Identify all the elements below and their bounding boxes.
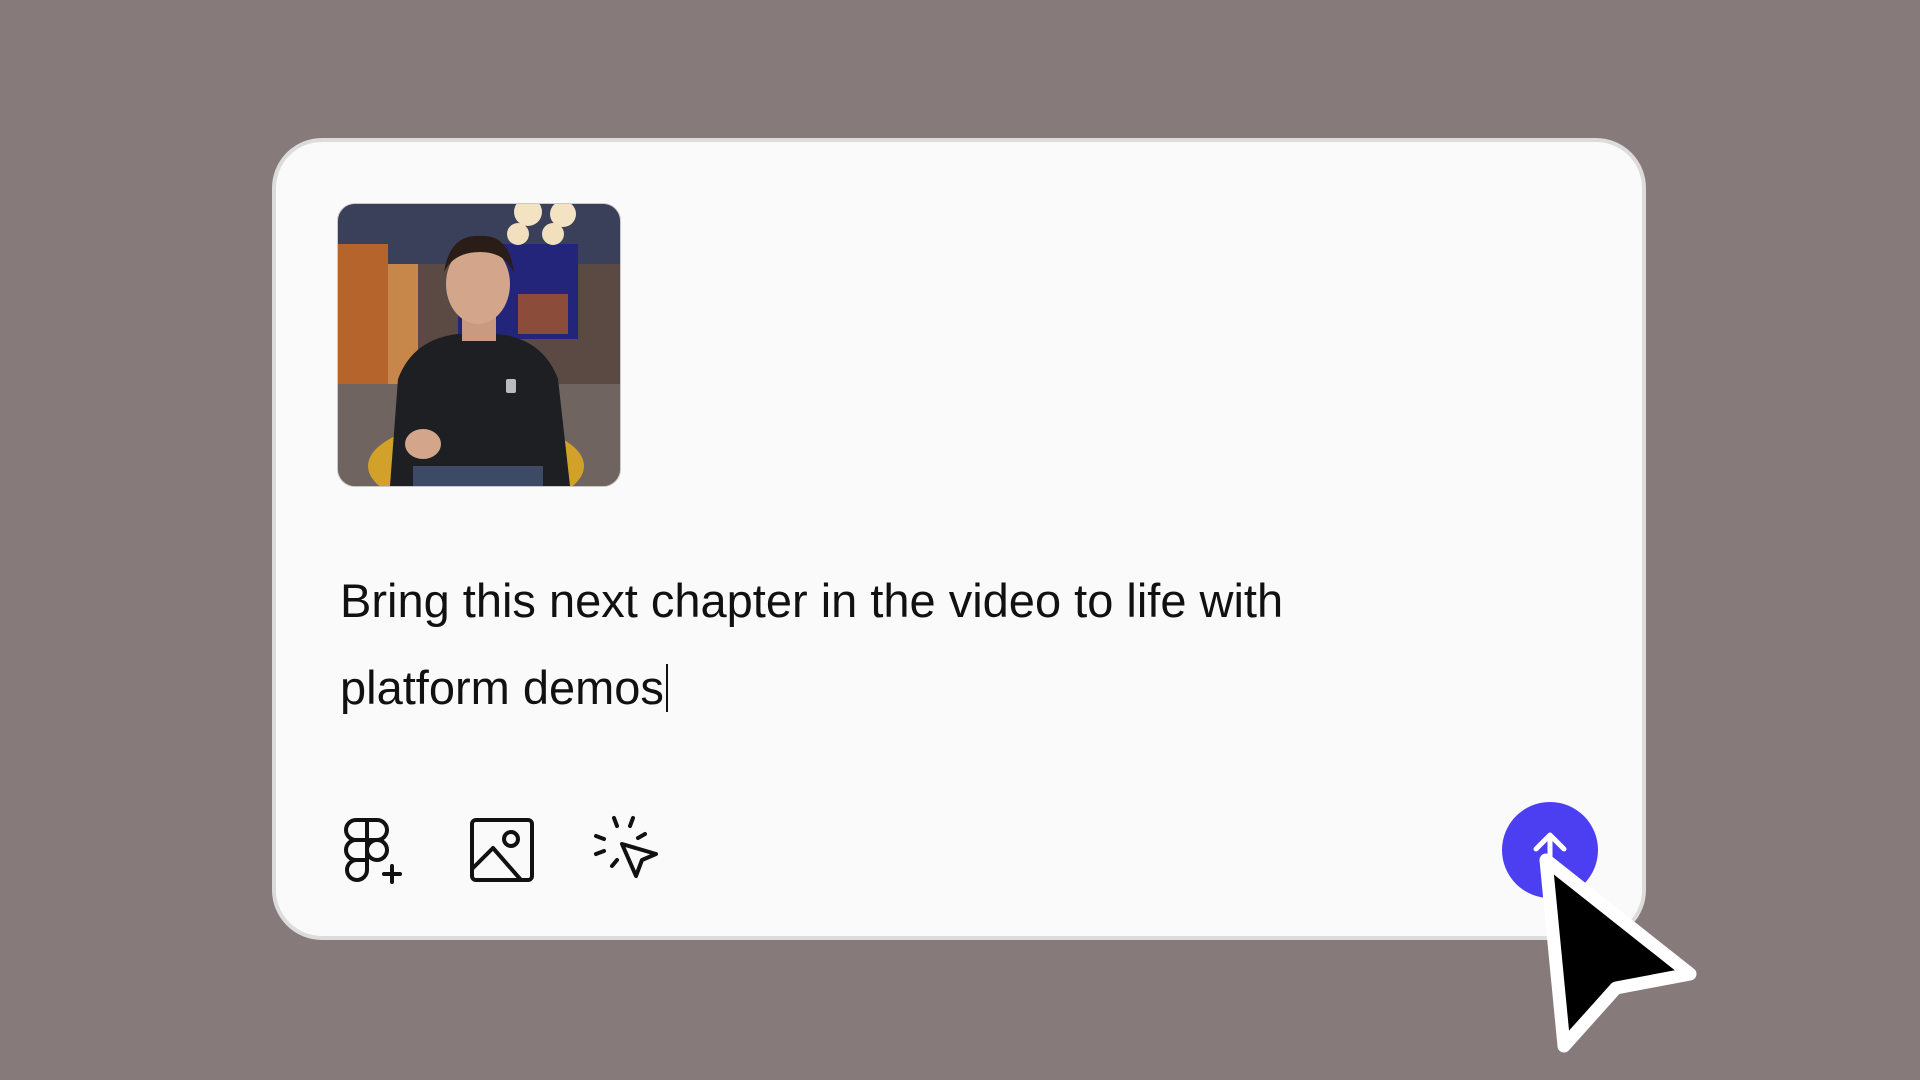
video-thumbnail-image	[338, 204, 620, 486]
video-thumbnail[interactable]	[337, 203, 621, 487]
send-button[interactable]	[1502, 802, 1598, 898]
prompt-text-line-2-content: platform demos	[340, 661, 664, 714]
prompt-text-line-2: platform demos	[340, 644, 1420, 731]
prompt-toolbar	[340, 814, 718, 886]
sparkle-cursor-icon	[594, 816, 658, 878]
interaction-cursor-button[interactable]	[592, 814, 664, 886]
figma-add-icon	[344, 818, 402, 884]
arrow-up-icon	[1533, 832, 1567, 869]
canvas: Bring this next chapter in the video to …	[0, 0, 1920, 1080]
prompt-card: Bring this next chapter in the video to …	[272, 138, 1646, 940]
text-caret	[665, 664, 668, 712]
prompt-input[interactable]: Bring this next chapter in the video to …	[340, 557, 1420, 731]
image-icon	[470, 818, 534, 882]
prompt-text-line-1: Bring this next chapter in the video to …	[340, 574, 1284, 627]
add-image-button[interactable]	[466, 814, 538, 886]
figma-add-button[interactable]	[340, 814, 412, 886]
